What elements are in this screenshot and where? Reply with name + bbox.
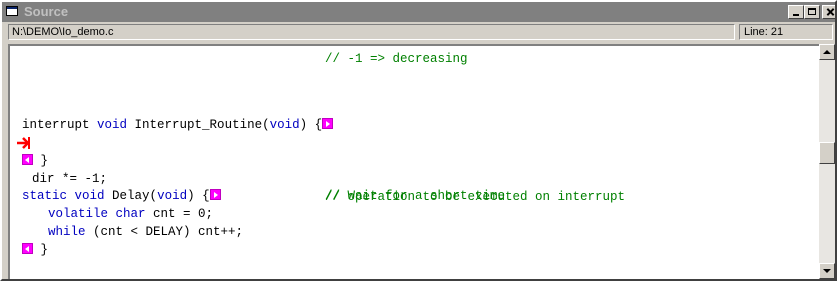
code-keyword: void (97, 118, 128, 132)
code-line: } (22, 152, 48, 170)
scroll-thumb[interactable] (819, 142, 835, 164)
code-line: static void Delay(void) {// Wait for a s… (22, 187, 812, 205)
code-text: } (40, 154, 49, 168)
code-keyword: interrupt (22, 118, 90, 132)
info-bar: N:\DEMO\Io_demo.c Line: 21 (2, 24, 835, 41)
code-keyword: void (74, 189, 105, 203)
source-editor[interactable]: // -1 => decreasing interrupt void Inter… (8, 44, 819, 279)
scroll-up-icon[interactable] (819, 44, 835, 60)
line-indicator: Line: 21 (739, 24, 833, 40)
code-keyword: char (115, 207, 146, 221)
code-text: cnt = 0; (145, 207, 214, 221)
code-line: // -1 => decreasing (325, 50, 468, 68)
collapse-marker-icon[interactable] (209, 189, 221, 200)
vertical-scrollbar[interactable] (819, 44, 835, 279)
collapse-marker-icon[interactable] (322, 118, 334, 129)
code-line-current: dir *= -1; // operation to be executed o… (10, 134, 819, 204)
code-keyword: void (269, 118, 300, 132)
window-title: Source (24, 4, 69, 19)
maximize-button[interactable] (804, 5, 820, 19)
expand-marker-icon[interactable] (22, 154, 33, 165)
code-text: Delay( (104, 189, 158, 203)
window-icon (6, 6, 18, 16)
close-button[interactable] (822, 5, 835, 19)
code-text: Interrupt_Routine( (127, 118, 270, 132)
code-keyword: while (48, 225, 86, 239)
expand-marker-icon[interactable] (22, 243, 33, 254)
code-comment: // -1 => decreasing (325, 52, 468, 66)
code-text: (cnt < DELAY) cnt++; (85, 225, 244, 239)
code-keyword: void (157, 189, 188, 203)
minimize-button[interactable] (788, 5, 804, 19)
code-comment: // Wait for a short time (325, 189, 506, 203)
code-keyword: volatile (48, 207, 109, 221)
code-line: while (cnt < DELAY) cnt++; (48, 223, 243, 241)
file-path: N:\DEMO\Io_demo.c (8, 24, 735, 40)
code-text: } (40, 243, 49, 257)
code-text: ) { (299, 118, 323, 132)
code-keyword: static (22, 189, 68, 203)
code-line: volatile char cnt = 0; (48, 205, 213, 223)
title-bar[interactable]: Source (2, 2, 835, 22)
code-text: dir *= -1; (32, 172, 108, 186)
code-text: ) { (187, 189, 210, 203)
execution-arrow-icon (17, 137, 30, 149)
source-window: Source N:\DEMO\Io_demo.c Line: 21 // -1 … (0, 0, 837, 281)
code-line: } (22, 241, 48, 259)
scroll-down-icon[interactable] (819, 263, 835, 279)
code-line: interrupt void Interrupt_Routine(void) { (22, 116, 334, 134)
